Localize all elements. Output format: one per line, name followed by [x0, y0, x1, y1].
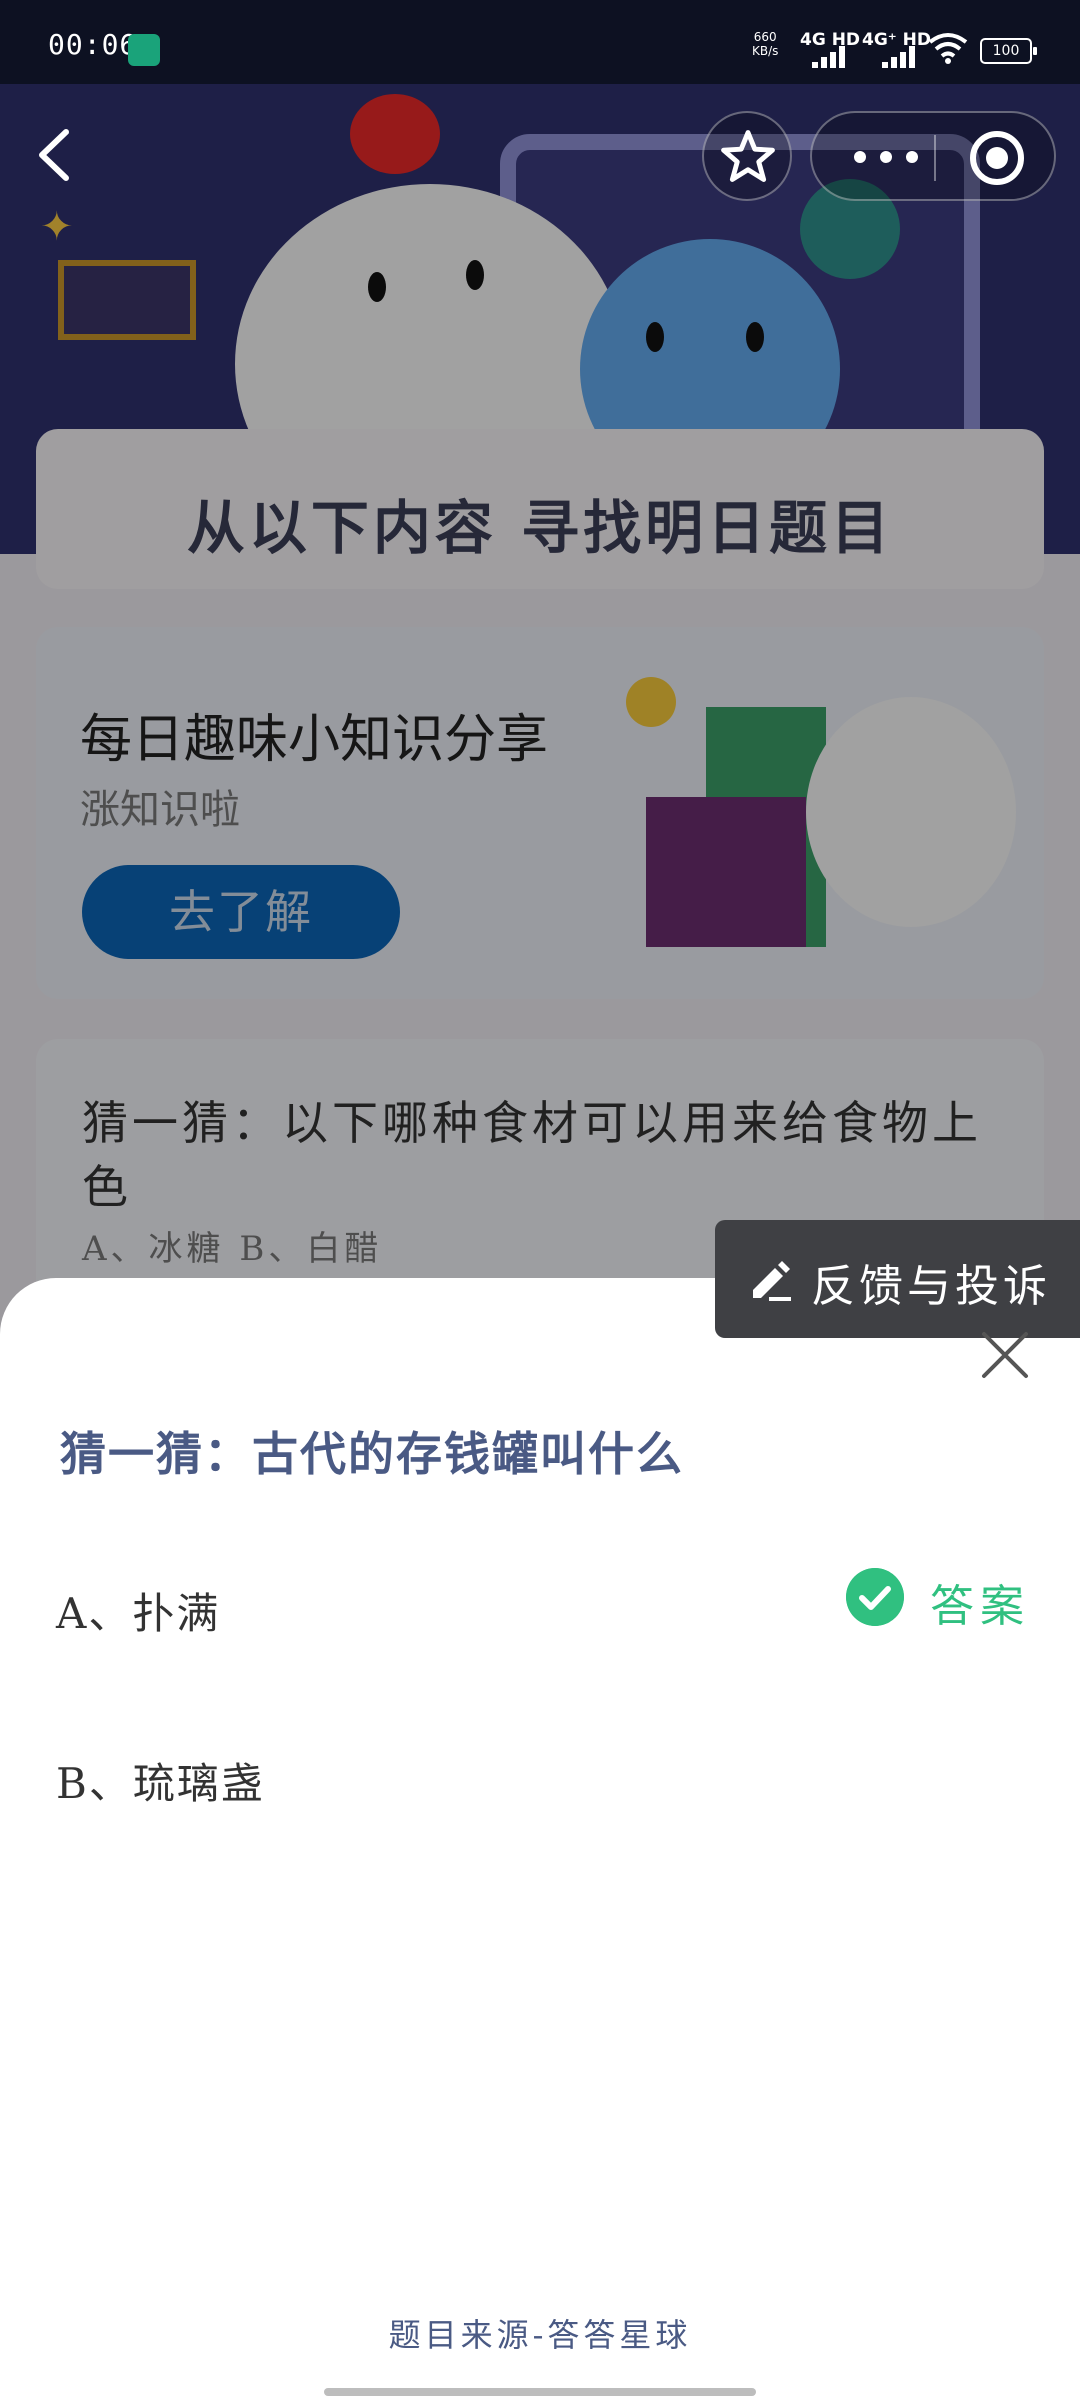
pencil-icon	[753, 1261, 791, 1301]
home-indicator[interactable]	[324, 2388, 756, 2396]
battery-icon: 100	[980, 38, 1037, 64]
feedback-label: 反馈与投诉	[811, 1261, 1051, 1312]
back-arrow-icon[interactable]	[30, 120, 80, 190]
answer-sheet: 猜一猜：古代的存钱罐叫什么 A、扑满 答案 B、琉璃盏 题目来源-答答星球	[0, 1278, 1080, 2400]
mini-program-capsule	[810, 111, 1056, 201]
close-program-icon[interactable]	[970, 131, 1024, 185]
network-speed: 660 KB/s	[752, 30, 778, 58]
sheet-question: 猜一猜：古代的存钱罐叫什么	[60, 1427, 684, 1481]
app-notification-icon	[128, 34, 160, 66]
app-screen: 00:06 660 KB/s 4G HD 4G⁺ HD 100 ✦ 从以下内容 …	[0, 0, 1080, 2400]
star-icon	[721, 130, 775, 182]
option-a[interactable]: A、扑满	[56, 1580, 220, 1641]
question-source: 题目来源-答答星球	[388, 2316, 692, 2354]
status-time: 00:06	[48, 28, 138, 61]
check-icon	[846, 1568, 904, 1626]
favorite-button[interactable]	[702, 111, 792, 201]
capsule-divider	[934, 135, 936, 181]
option-b[interactable]: B、琉璃盏	[56, 1750, 265, 1811]
more-menu-icon[interactable]	[850, 141, 930, 171]
network-speed-value: 660	[753, 30, 777, 44]
answer-label: 答案	[930, 1581, 1030, 1632]
signal-bars-icon	[812, 46, 850, 68]
status-bar: 00:06 660 KB/s 4G HD 4G⁺ HD 100	[0, 0, 1080, 84]
signal-bars-icon	[882, 46, 920, 68]
close-icon[interactable]	[978, 1328, 1032, 1382]
wifi-icon	[928, 33, 968, 64]
network-speed-unit: KB/s	[752, 44, 779, 58]
feedback-button[interactable]: 反馈与投诉	[715, 1220, 1080, 1338]
